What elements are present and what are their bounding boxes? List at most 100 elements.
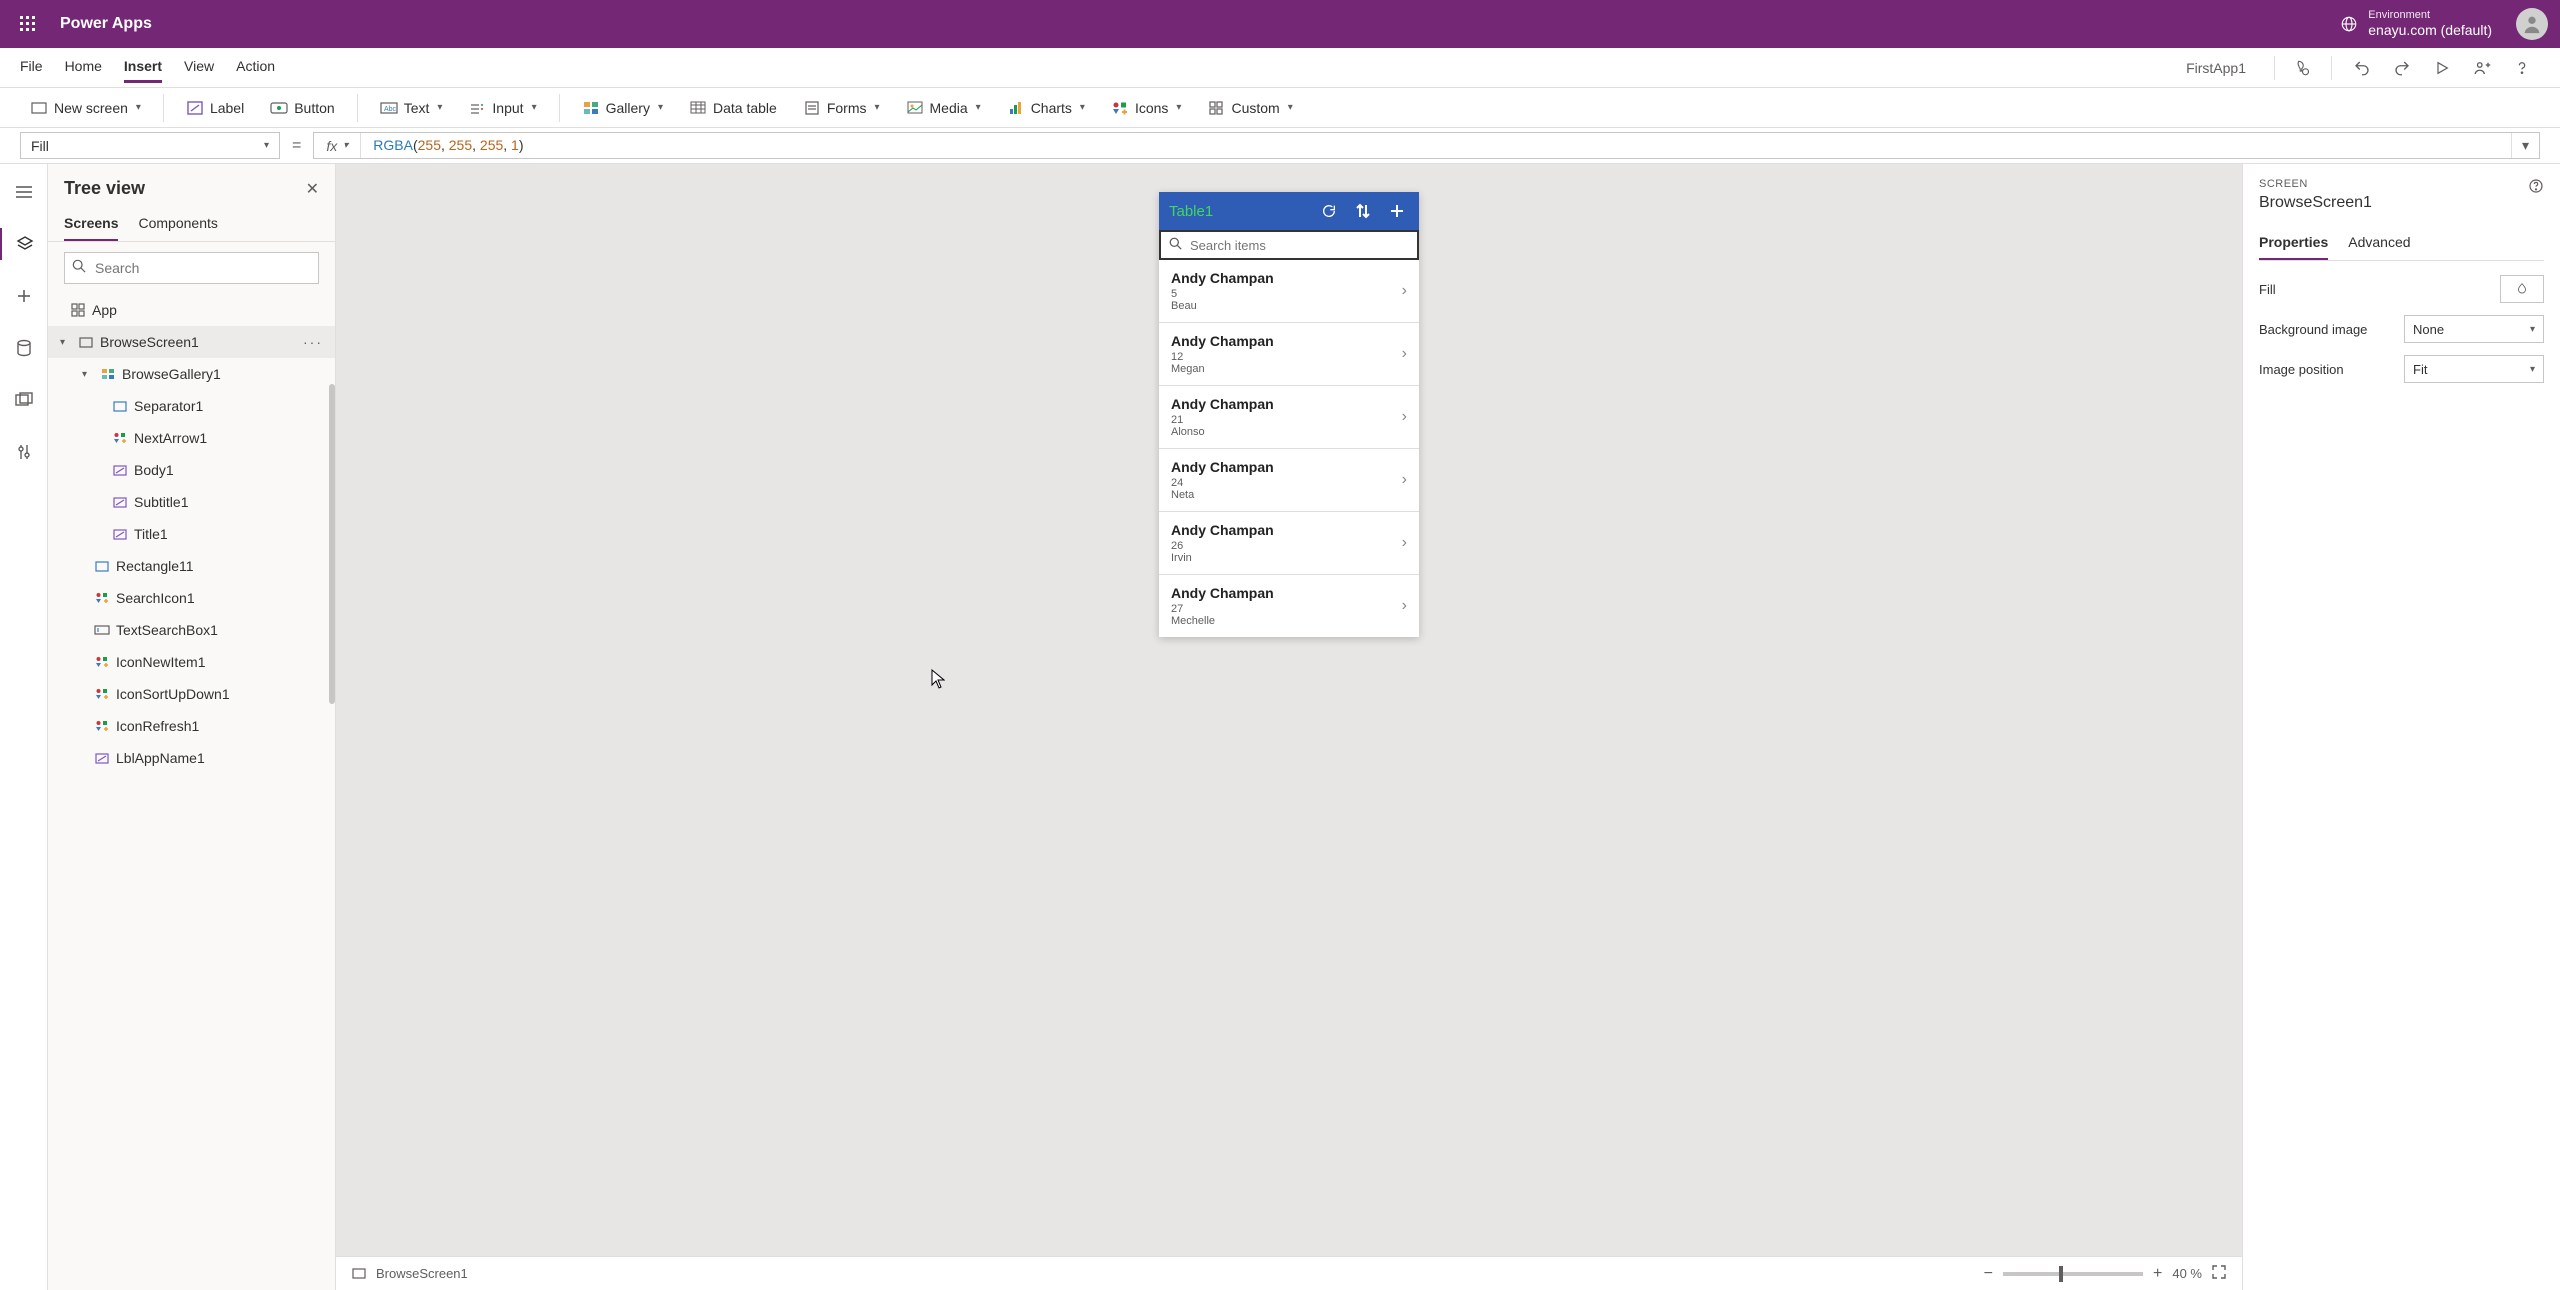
tree-search-input[interactable]: [64, 252, 319, 284]
zoom-slider[interactable]: [2003, 1272, 2143, 1276]
icons-icon: [1111, 99, 1129, 117]
footer-screen-name[interactable]: BrowseScreen1: [376, 1266, 468, 1281]
custom-dropdown[interactable]: Custom ▾: [1197, 95, 1302, 121]
fill-color-picker[interactable]: [2500, 275, 2544, 303]
gallery-item[interactable]: Andy Champan 12 Megan ›: [1159, 323, 1419, 386]
gallery-item[interactable]: Andy Champan 27 Mechelle ›: [1159, 575, 1419, 637]
fx-button[interactable]: fx ▾: [314, 133, 361, 158]
tree-node-body[interactable]: Body1: [48, 454, 335, 486]
screen-preview[interactable]: Table1 Andy Champan 5 Beau: [1159, 192, 1419, 637]
close-panel-icon[interactable]: ✕: [306, 179, 319, 199]
bg-image-dropdown[interactable]: None ▾: [2404, 315, 2544, 343]
label-node-icon: [94, 750, 110, 766]
new-screen-button[interactable]: New screen ▾: [20, 95, 151, 121]
tree-node-searchicon[interactable]: SearchIcon1: [48, 582, 335, 614]
insert-rail-icon[interactable]: [8, 280, 40, 312]
formula-input[interactable]: RGBA(255, 255, 255, 1): [361, 137, 2511, 154]
environment-selector[interactable]: Environment enayu.com (default): [2340, 9, 2492, 39]
undo-icon[interactable]: [2344, 50, 2380, 86]
chevron-right-icon[interactable]: ›: [1402, 534, 1407, 552]
zoom-slider-thumb[interactable]: [2059, 1266, 2063, 1282]
app-launcher-icon[interactable]: [12, 8, 44, 40]
tree-node-iconrefresh[interactable]: IconRefresh1: [48, 710, 335, 742]
preview-search[interactable]: [1159, 230, 1419, 260]
tree-node-lblappname[interactable]: LblAppName1: [48, 742, 335, 774]
more-options-icon[interactable]: ···: [303, 334, 323, 350]
tree-node-nextarrow[interactable]: NextArrow1: [48, 422, 335, 454]
tree-node-separator[interactable]: Separator1: [48, 390, 335, 422]
tree-node-iconsort[interactable]: IconSortUpDown1: [48, 678, 335, 710]
charts-dropdown[interactable]: Charts ▾: [997, 95, 1095, 121]
button-button[interactable]: Button: [260, 95, 344, 121]
hamburger-icon[interactable]: [8, 176, 40, 208]
chevron-down-icon: ▾: [1176, 102, 1181, 113]
tree-node-rectangle[interactable]: Rectangle11: [48, 550, 335, 582]
collapse-icon[interactable]: ▾: [60, 337, 72, 348]
media-dropdown[interactable]: Media ▾: [896, 95, 991, 121]
panel-help-icon[interactable]: [2528, 178, 2544, 197]
tree-node-browsegallery[interactable]: ▾ BrowseGallery1: [48, 358, 335, 390]
refresh-icon[interactable]: [1317, 199, 1341, 223]
chevron-right-icon[interactable]: ›: [1402, 471, 1407, 489]
label-button[interactable]: Label: [176, 95, 254, 121]
data-table-button[interactable]: Data table: [679, 95, 787, 121]
icons-dropdown[interactable]: Icons ▾: [1101, 95, 1192, 121]
tree-node-app[interactable]: App: [48, 294, 335, 326]
redo-icon[interactable]: [2384, 50, 2420, 86]
element-name[interactable]: BrowseScreen1: [2259, 194, 2544, 212]
gallery-dropdown[interactable]: Gallery ▾: [572, 95, 673, 121]
gallery-item[interactable]: Andy Champan 21 Alonso ›: [1159, 386, 1419, 449]
gallery-item[interactable]: Andy Champan 26 Irvin ›: [1159, 512, 1419, 575]
menu-file[interactable]: File: [20, 52, 43, 83]
play-icon[interactable]: [2424, 50, 2460, 86]
tree-node-title[interactable]: Title1: [48, 518, 335, 550]
custom-icon: [1207, 99, 1225, 117]
help-icon[interactable]: [2504, 50, 2540, 86]
menu-action[interactable]: Action: [236, 52, 275, 83]
chevron-right-icon[interactable]: ›: [1402, 282, 1407, 300]
collapse-icon[interactable]: ▾: [82, 369, 94, 380]
property-dropdown[interactable]: Fill ▾: [20, 132, 280, 159]
tab-components[interactable]: Components: [138, 207, 217, 241]
search-icon: [72, 259, 86, 276]
sort-icon[interactable]: [1351, 199, 1375, 223]
app-checker-icon[interactable]: [2283, 50, 2319, 86]
tree-node-subtitle[interactable]: Subtitle1: [48, 486, 335, 518]
tab-screens[interactable]: Screens: [64, 207, 118, 241]
media-rail-icon[interactable]: [8, 384, 40, 416]
text-dropdown[interactable]: Abc Text ▾: [370, 95, 453, 121]
data-rail-icon[interactable]: [8, 332, 40, 364]
canvas-stage[interactable]: Table1 Andy Champan 5 Beau: [336, 164, 2242, 1256]
advanced-tools-icon[interactable]: [8, 436, 40, 468]
forms-dropdown[interactable]: Forms ▾: [793, 95, 890, 121]
tree-node-iconnewitem[interactable]: IconNewItem1: [48, 646, 335, 678]
menu-home[interactable]: Home: [65, 52, 102, 83]
tree-view-icon[interactable]: [0, 228, 48, 260]
tab-properties[interactable]: Properties: [2259, 226, 2328, 260]
user-avatar[interactable]: [2516, 8, 2548, 40]
preview-search-input[interactable]: [1190, 238, 1409, 253]
menu-insert[interactable]: Insert: [124, 52, 162, 83]
gallery-item[interactable]: Andy Champan 24 Neta ›: [1159, 449, 1419, 512]
image-position-dropdown[interactable]: Fit ▾: [2404, 355, 2544, 383]
canvas-area: Table1 Andy Champan 5 Beau: [336, 164, 2242, 1290]
chevron-right-icon[interactable]: ›: [1402, 408, 1407, 426]
chevron-right-icon[interactable]: ›: [1402, 345, 1407, 363]
zoom-out-button[interactable]: −: [1984, 1265, 1993, 1283]
tree-node-textsearchbox[interactable]: TextSearchBox1: [48, 614, 335, 646]
add-icon[interactable]: [1385, 199, 1409, 223]
tree-node-browsescreen[interactable]: ▾ BrowseScreen1 ···: [48, 326, 335, 358]
gallery-item[interactable]: Andy Champan 5 Beau ›: [1159, 260, 1419, 323]
zoom-in-button[interactable]: +: [2153, 1265, 2162, 1283]
preview-gallery: Andy Champan 5 Beau › Andy Champan 12 Me…: [1159, 260, 1419, 637]
chevron-right-icon[interactable]: ›: [1402, 597, 1407, 615]
expand-formula-icon[interactable]: ▾: [2511, 133, 2539, 158]
menu-view[interactable]: View: [184, 52, 214, 83]
tab-advanced[interactable]: Advanced: [2348, 226, 2410, 260]
input-dropdown[interactable]: Input ▾: [458, 95, 546, 121]
preview-app-title[interactable]: Table1: [1169, 203, 1307, 220]
scrollbar-thumb[interactable]: [329, 384, 335, 704]
app-name-label[interactable]: FirstApp1: [2186, 60, 2246, 76]
share-icon[interactable]: [2464, 50, 2500, 86]
fit-to-window-icon[interactable]: [2212, 1265, 2226, 1282]
